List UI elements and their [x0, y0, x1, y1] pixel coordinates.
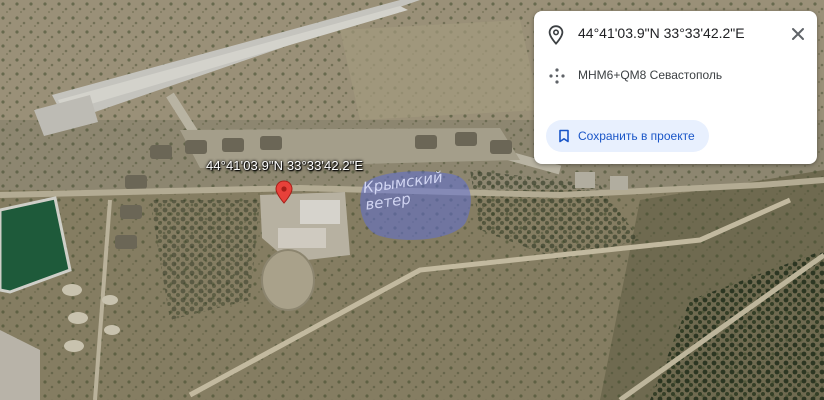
location-info-card: 44°41'03.9"N 33°33'42.2"E MHM6+QM8 Севас… [534, 11, 817, 164]
location-pin-icon [548, 25, 564, 45]
close-icon[interactable] [790, 26, 806, 42]
pin-coordinates-label: 44°41'03.9"N 33°33'42.2"E [206, 158, 364, 173]
bookmark-icon [559, 129, 569, 143]
save-to-project-button[interactable]: Сохранить в проекте [546, 120, 709, 152]
coordinates-text[interactable]: 44°41'03.9"N 33°33'42.2"E [578, 25, 745, 41]
plus-code-text[interactable]: MHM6+QM8 Севастополь [578, 68, 722, 82]
plus-code-icon [549, 68, 565, 84]
save-to-project-label: Сохранить в проекте [578, 129, 695, 143]
